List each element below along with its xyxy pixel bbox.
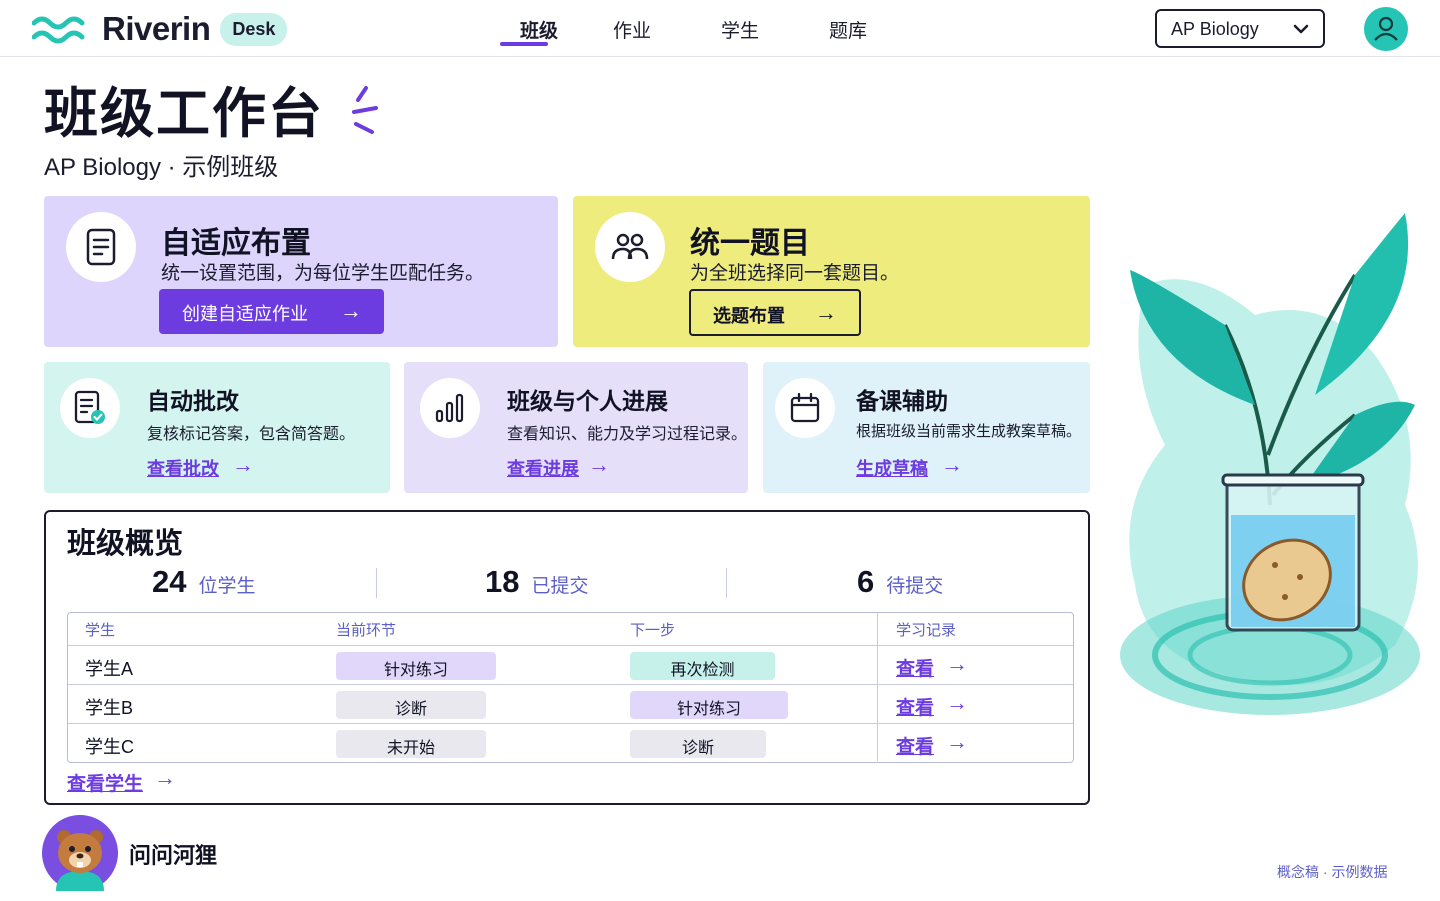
current-stage-badge: 诊断 (336, 691, 486, 719)
card-title: 班级与个人进展 (507, 388, 668, 414)
arrow-right-icon: → (946, 729, 968, 754)
stat-label: 位学生 (198, 576, 256, 597)
nav-question-bank[interactable]: 题库 (794, 0, 902, 57)
view-progress-link[interactable]: 查看进展 (507, 455, 579, 481)
next-step-badge: 诊断 (630, 730, 766, 758)
button-label: 创建自适应作业 (182, 304, 308, 324)
create-adaptive-homework-button[interactable]: 创建自适应作业 → (159, 289, 384, 334)
user-icon (1374, 16, 1398, 41)
brand-badge: Desk (220, 12, 288, 46)
footer-note: 概念稿 · 示例数据 (1277, 864, 1388, 880)
stat-divider (726, 568, 727, 598)
current-stage-badge: 针对练习 (336, 652, 496, 680)
class-overview-panel: 班级概览 24 位学生 18 已提交 6 待提交 学生 当前环节 下一步 学习记… (44, 510, 1090, 805)
table-row: 学生A 针对练习 再次检测 查看 → (68, 645, 1073, 684)
stat-submitted: 18 已提交 (485, 564, 589, 600)
user-avatar-button[interactable] (1364, 7, 1408, 51)
stat-value: 6 (857, 564, 875, 599)
arrow-right-icon: → (815, 300, 837, 325)
page-subtitle: AP Biology · 示例班级 (44, 153, 279, 181)
view-record-link[interactable]: 查看 (896, 693, 934, 720)
card-description: 查看知识、能力及学习过程记录。 (507, 426, 748, 443)
card-icon-circle (775, 378, 835, 438)
overview-title: 班级概览 (67, 528, 184, 560)
group-icon (611, 233, 649, 260)
plant-in-beaker-illustration (1120, 213, 1420, 715)
card-description: 为全班选择同一套题目。 (690, 263, 900, 284)
card-description: 根据班级当前需求生成教案草稿。 (856, 423, 1082, 440)
nav-homework[interactable]: 作业 (578, 0, 686, 57)
students-table: 学生 当前环节 下一步 学习记录 学生A 针对练习 再次检测 查看 → 学生B … (67, 612, 1074, 763)
current-stage-badge: 未开始 (336, 730, 486, 758)
view-record-link[interactable]: 查看 (896, 654, 934, 681)
top-bar: Riverin Desk 班级 作业 学生 题库 AP Biology (0, 0, 1440, 57)
document-icon (86, 228, 116, 266)
checked-document-icon (74, 390, 105, 424)
card-icon-circle (595, 212, 665, 282)
sparkle-icon (352, 86, 378, 134)
view-grading-link[interactable]: 查看批改 (147, 455, 219, 481)
auto-grading-card: 自动批改 复核标记答案，包含简答题。 查看批改 → (44, 362, 390, 493)
arrow-right-icon: → (232, 452, 254, 477)
card-title: 自动批改 (147, 388, 239, 414)
card-icon-circle (66, 212, 136, 282)
card-title: 备课辅助 (856, 388, 948, 414)
nav-students[interactable]: 学生 (686, 0, 794, 57)
stat-pending: 6 待提交 (857, 564, 943, 600)
card-description: 复核标记答案，包含简答题。 (147, 426, 356, 443)
view-students-link[interactable]: 查看学生 (67, 769, 143, 796)
brand-name: Riverin (102, 10, 211, 47)
calendar-icon (790, 392, 820, 423)
next-step-badge: 针对练习 (630, 691, 788, 719)
select-questions-button[interactable]: 选题布置 → (689, 289, 861, 336)
next-step-badge: 再次检测 (630, 652, 775, 680)
course-select-value: AP Biology (1171, 19, 1259, 39)
table-row: 学生B 诊断 针对练习 查看 → (68, 684, 1073, 723)
arrow-right-icon: → (340, 298, 362, 323)
card-title: 自适应布置 (161, 227, 311, 260)
stat-value: 24 (152, 564, 187, 599)
card-icon-circle (60, 378, 120, 438)
lesson-prep-card: 备课辅助 根据班级当前需求生成教案草稿。 生成草稿 → (763, 362, 1090, 493)
stat-label: 待提交 (886, 576, 944, 597)
brand-logo[interactable]: Riverin Desk (32, 10, 288, 48)
arrow-right-icon: → (946, 690, 968, 715)
arrow-right-icon: → (946, 651, 968, 676)
arrow-right-icon: → (588, 452, 610, 477)
course-select[interactable]: AP Biology (1155, 9, 1325, 48)
assistant-name[interactable]: 问问河狸 (129, 838, 217, 870)
card-icon-circle (420, 378, 480, 438)
card-title: 统一题目 (690, 227, 810, 260)
student-name: 学生B (85, 698, 134, 718)
arrow-right-icon: → (154, 765, 176, 790)
progress-card: 班级与个人进展 查看知识、能力及学习过程记录。 查看进展 → (404, 362, 748, 493)
table-header-row: 学生 当前环节 下一步 学习记录 (68, 613, 1073, 645)
stat-students: 24 位学生 (152, 564, 256, 600)
column-header-current: 当前环节 (336, 622, 397, 639)
stat-divider (376, 568, 377, 598)
bar-chart-icon (435, 393, 464, 423)
beaver-mascot-avatar[interactable] (42, 815, 118, 891)
stat-value: 18 (485, 564, 520, 599)
button-label: 选题布置 (713, 306, 785, 326)
table-row: 学生C 未开始 诊断 查看 → (68, 723, 1073, 762)
page-title: 班级工作台 (44, 84, 324, 144)
column-header-next: 下一步 (630, 622, 676, 639)
column-header-record: 学习记录 (896, 622, 957, 639)
chevron-down-icon (1293, 24, 1309, 34)
unified-questions-card: 统一题目 为全班选择同一套题目。 选题布置 → (573, 196, 1090, 347)
adaptive-assign-card: 自适应布置 统一设置范围，为每位学生匹配任务。 创建自适应作业 → (44, 196, 558, 347)
main-nav: 班级 作业 学生 题库 (500, 0, 902, 57)
waves-logo-icon (32, 16, 85, 44)
page-header: 班级工作台 AP Biology · 示例班级 (44, 82, 378, 182)
view-record-link[interactable]: 查看 (896, 732, 934, 759)
arrow-right-icon: → (941, 452, 963, 477)
card-description: 统一设置范围，为每位学生匹配任务。 (161, 263, 485, 284)
nav-class[interactable]: 班级 (500, 0, 578, 57)
student-name: 学生A (85, 659, 134, 679)
student-name: 学生C (85, 737, 134, 757)
stat-label: 已提交 (531, 576, 589, 597)
generate-draft-link[interactable]: 生成草稿 (856, 455, 928, 481)
column-header-student: 学生 (85, 622, 116, 639)
